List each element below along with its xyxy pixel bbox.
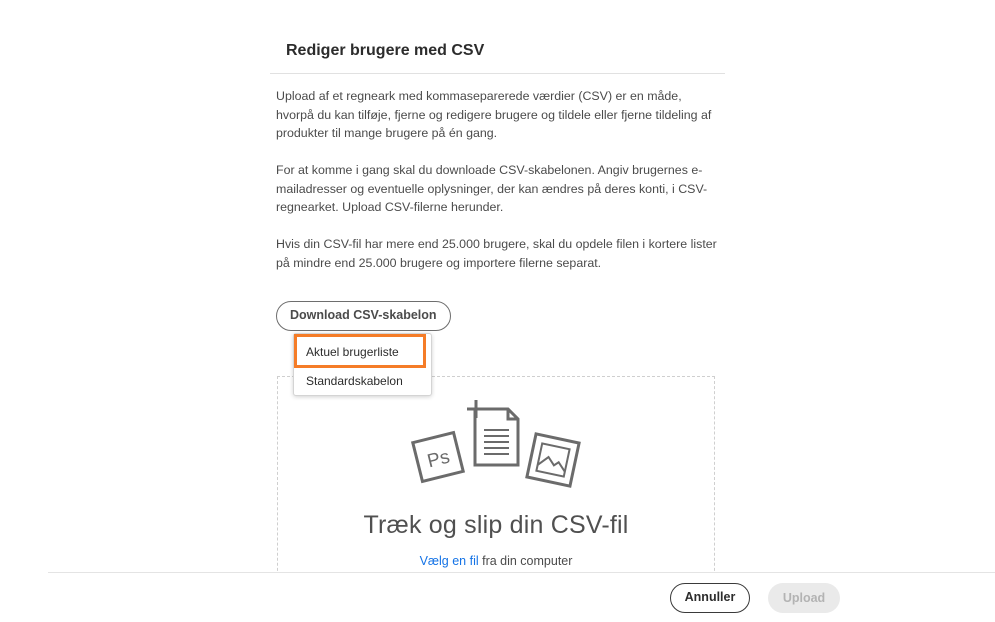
limit-paragraph: Hvis din CSV-fil har mere end 25.000 bru… <box>276 237 717 270</box>
dropzone-subtext-rest: fra din computer <box>478 554 573 568</box>
photoshop-file-icon: Ps <box>410 430 466 484</box>
instructions-paragraph: For at komme i gang skal du downloade CS… <box>276 163 708 214</box>
menu-item-standard-template[interactable]: Standardskabelon <box>294 374 431 388</box>
dialog-title: Rediger brugere med CSV <box>286 42 485 59</box>
add-document-icon <box>467 400 520 467</box>
upload-button[interactable]: Upload <box>768 583 840 613</box>
edit-users-csv-dialog: Rediger brugere med CSV Upload af et reg… <box>0 0 995 622</box>
choose-file-link[interactable]: Vælg en fil <box>420 554 479 568</box>
cancel-button[interactable]: Annuller <box>670 583 750 613</box>
dropzone-subtext: Vælg en fil fra din computer <box>277 554 715 568</box>
image-file-icon <box>525 432 581 488</box>
download-template-menu: Aktuel brugerliste Standardskabelon <box>293 333 432 396</box>
dropzone-headline: Træk og slip din CSV-fil <box>363 511 629 539</box>
upload-illustration: Ps <box>410 400 581 488</box>
dialog-footer <box>48 572 995 622</box>
intro-paragraph: Upload af et regneark med kommaseparered… <box>276 89 712 140</box>
download-csv-template-button[interactable]: Download CSV-skabelon <box>276 301 451 331</box>
menu-item-current-user-list[interactable]: Aktuel brugerliste <box>294 345 431 359</box>
title-divider <box>270 73 725 74</box>
